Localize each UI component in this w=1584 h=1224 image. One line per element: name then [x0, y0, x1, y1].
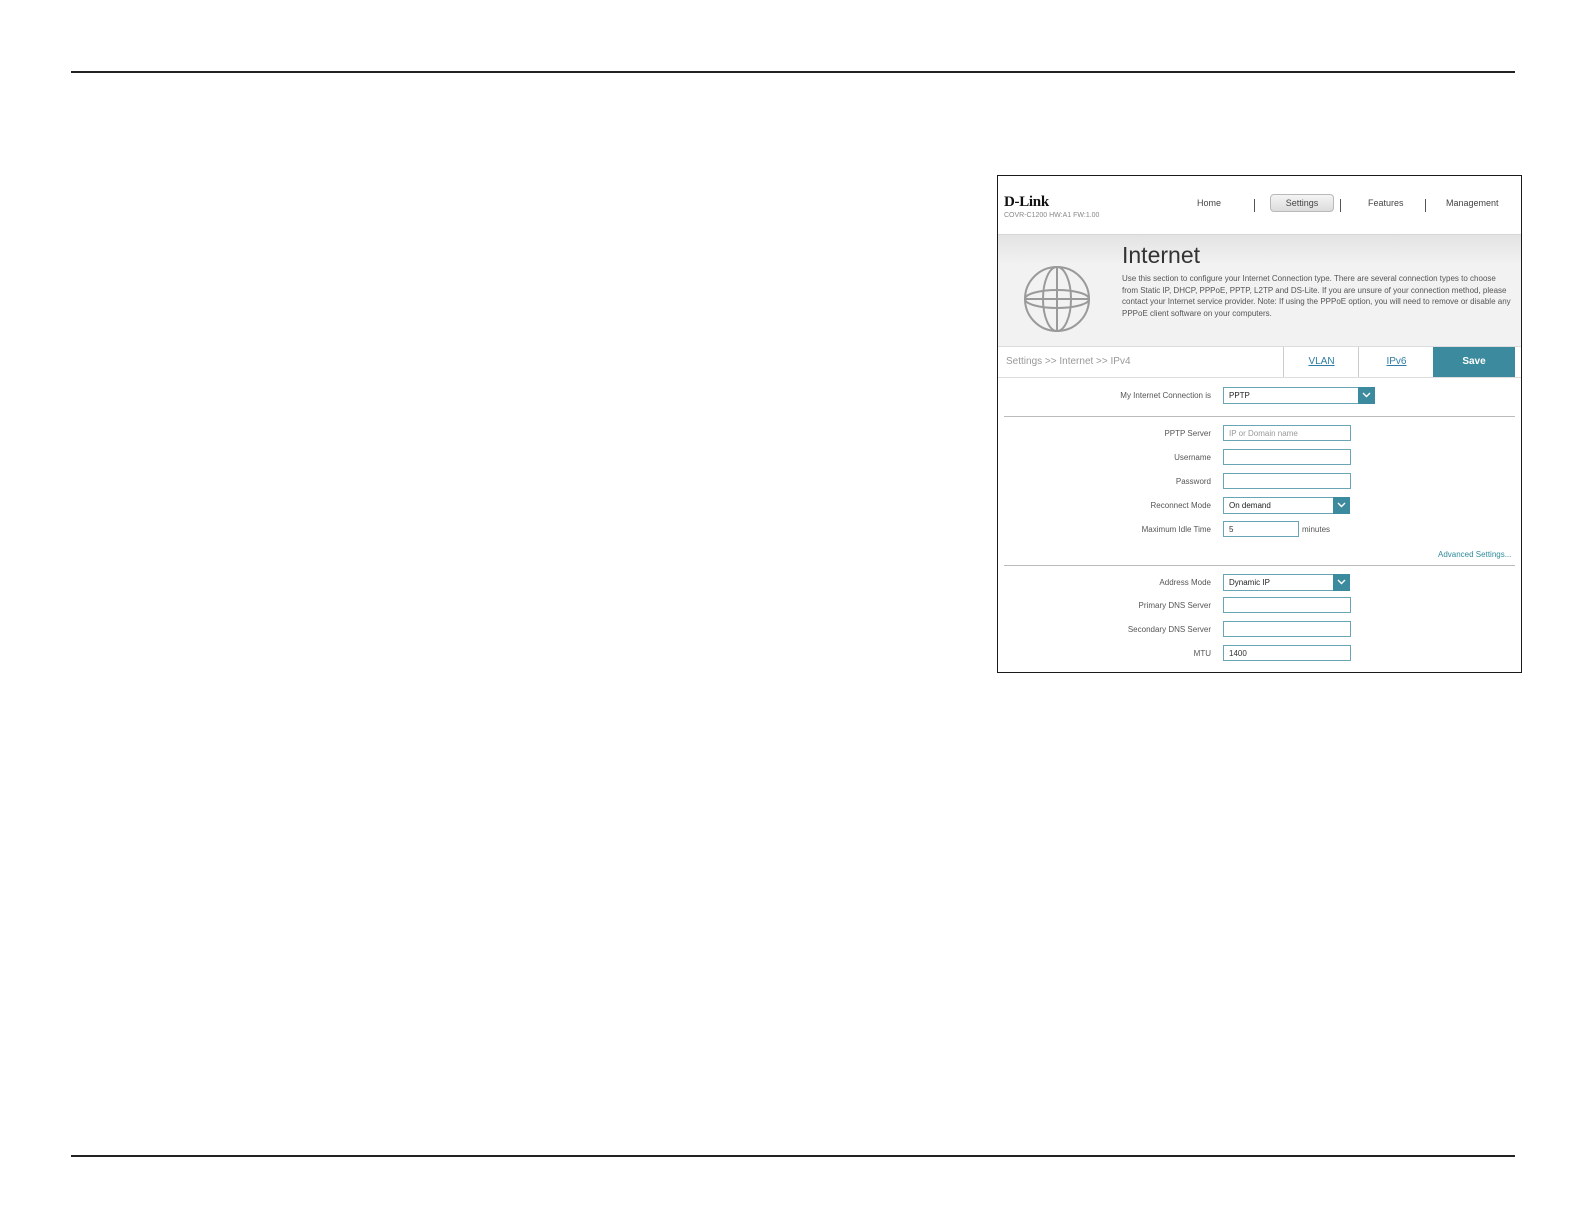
nav-separator — [1340, 199, 1341, 212]
connection-type-label: My Internet Connection is — [1120, 391, 1211, 400]
idle-unit-label: minutes — [1302, 525, 1331, 534]
header: D-Link COVR-C1200 HW:A1 FW:1.00 Home Set… — [998, 176, 1521, 234]
page-top-rule — [71, 71, 1515, 73]
mtu-input[interactable]: 1400 — [1223, 645, 1351, 661]
nav-separator — [1254, 199, 1255, 212]
nav-management[interactable]: Management — [1446, 198, 1499, 208]
mtu-label: MTU — [1193, 649, 1211, 658]
username-input[interactable] — [1223, 449, 1351, 465]
breadcrumb: Settings >> Internet >> IPv4 — [1006, 356, 1131, 367]
chevron-down-icon[interactable] — [1358, 387, 1375, 404]
primary-dns-input[interactable] — [1223, 597, 1351, 613]
ipv6-link[interactable]: IPv6 — [1358, 347, 1434, 377]
address-mode-label: Address Mode — [1159, 578, 1211, 587]
reconnect-mode-value: On demand — [1229, 501, 1271, 510]
secondary-dns-input[interactable] — [1223, 621, 1351, 637]
connection-type-value: PPTP — [1229, 391, 1250, 400]
chevron-down-icon[interactable] — [1333, 497, 1350, 514]
dlink-logo: D-Link — [1004, 194, 1049, 210]
model-info: COVR-C1200 HW:A1 FW:1.00 — [1004, 212, 1100, 219]
section-divider — [1004, 416, 1515, 417]
section-divider — [1004, 565, 1515, 566]
vlan-link[interactable]: VLAN — [1283, 347, 1359, 377]
address-mode-value: Dynamic IP — [1229, 578, 1270, 587]
username-label: Username — [1174, 453, 1211, 462]
save-button[interactable]: Save — [1433, 347, 1515, 377]
router-ui-screenshot: D-Link COVR-C1200 HW:A1 FW:1.00 Home Set… — [997, 175, 1522, 673]
connection-type-select[interactable]: PPTP — [1223, 387, 1375, 404]
primary-dns-label: Primary DNS Server — [1138, 601, 1211, 610]
nav-features[interactable]: Features — [1368, 198, 1404, 208]
pptp-server-label: PPTP Server — [1164, 429, 1211, 438]
advanced-settings-link[interactable]: Advanced Settings... — [1438, 550, 1511, 559]
password-input[interactable] — [1223, 473, 1351, 489]
globe-icon — [1024, 266, 1090, 332]
pptp-server-placeholder: IP or Domain name — [1229, 429, 1298, 438]
reconnect-mode-select[interactable]: On demand — [1223, 497, 1350, 514]
password-label: Password — [1175, 477, 1211, 486]
address-mode-select[interactable]: Dynamic IP — [1223, 574, 1350, 591]
max-idle-time-label: Maximum Idle Time — [1141, 525, 1211, 534]
page-title: Internet — [1122, 242, 1200, 268]
max-idle-time-input[interactable]: 5 — [1223, 521, 1299, 537]
page-bottom-rule — [71, 1155, 1515, 1157]
pptp-server-input[interactable]: IP or Domain name — [1223, 425, 1351, 441]
nav-home[interactable]: Home — [1197, 198, 1221, 208]
breadcrumb-bar: Settings >> Internet >> IPv4 VLAN IPv6 S… — [998, 346, 1521, 378]
secondary-dns-label: Secondary DNS Server — [1127, 625, 1211, 634]
nav-separator — [1425, 199, 1426, 212]
reconnect-mode-label: Reconnect Mode — [1150, 501, 1211, 510]
chevron-down-icon[interactable] — [1333, 574, 1350, 591]
nav-settings[interactable]: Settings — [1270, 194, 1334, 212]
page-description: Use this section to configure your Inter… — [1122, 274, 1511, 318]
